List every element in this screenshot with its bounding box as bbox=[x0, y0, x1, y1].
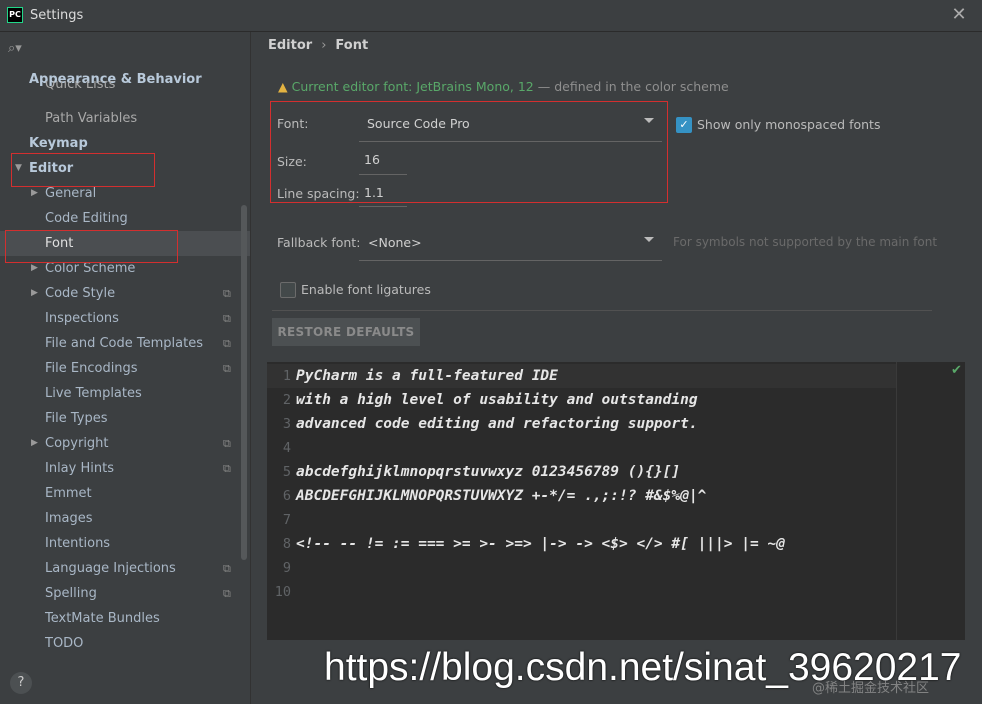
expand-right-icon[interactable]: ▶ bbox=[31, 431, 38, 456]
warning-highlight[interactable]: Current editor font: JetBrains Mono, 12 bbox=[292, 79, 534, 94]
monospaced-label: Show only monospaced fonts bbox=[697, 117, 881, 132]
preview-line: 8 <!-- -- != := === >= >- >=> |-> -> <$> … bbox=[282, 536, 785, 552]
breadcrumb-separator: › bbox=[321, 38, 327, 53]
breadcrumb-current: Font bbox=[335, 38, 369, 53]
checkmark-icon: ✔ bbox=[951, 363, 962, 378]
breadcrumb-parent[interactable]: Editor bbox=[268, 38, 312, 53]
preview-line: 5 abcdefghijklmnopqrstuvwxyz 0123456789 (… bbox=[282, 464, 681, 480]
close-icon: ✕ bbox=[951, 4, 967, 25]
highlight-box-font bbox=[5, 230, 178, 263]
fallback-hint: For symbols not supported by the main fo… bbox=[673, 235, 938, 249]
project-scope-icon: ⧉ bbox=[223, 587, 231, 600]
help-icon[interactable]: ? bbox=[10, 672, 32, 694]
size-input[interactable]: 16 bbox=[359, 146, 407, 175]
highlight-box-editor bbox=[11, 153, 155, 187]
line-spacing-input[interactable]: 1.1 bbox=[359, 180, 407, 207]
sidebar-item-file-code-templates[interactable]: File and Code Templates ⧉ bbox=[0, 331, 250, 356]
preview-line: 2 with a high level of usability and outs… bbox=[282, 392, 698, 408]
fallback-font-select[interactable]: <None> bbox=[359, 227, 662, 261]
sidebar-item-language-injections[interactable]: Language Injections ⧉ bbox=[0, 556, 250, 581]
sidebar-item-images[interactable]: Images bbox=[0, 506, 250, 531]
project-scope-icon: ⧉ bbox=[223, 437, 231, 450]
font-select[interactable]: Source Code Pro bbox=[359, 108, 662, 142]
expand-right-icon[interactable]: ▶ bbox=[31, 281, 38, 306]
pycharm-icon: PC bbox=[7, 7, 23, 23]
sidebar-item-todo[interactable]: TODO bbox=[0, 631, 250, 656]
sidebar-item-quick-lists[interactable]: Quick Lists bbox=[0, 81, 250, 97]
ligatures-label: Enable font ligatures bbox=[301, 282, 431, 297]
sidebar-item-code-style[interactable]: ▶ Code Style ⧉ bbox=[0, 281, 250, 306]
sidebar-item-intentions[interactable]: Intentions bbox=[0, 531, 250, 556]
sidebar-item-textmate-bundles[interactable]: TextMate Bundles bbox=[0, 606, 250, 631]
sidebar-item-emmet[interactable]: Emmet bbox=[0, 481, 250, 506]
project-scope-icon: ⧉ bbox=[223, 562, 231, 575]
sidebar-scrollbar[interactable] bbox=[241, 205, 247, 560]
watermark-small: @稀土掘金技术社区 bbox=[812, 681, 930, 696]
warning-rest: — defined in the color scheme bbox=[533, 79, 729, 94]
search-icon[interactable]: ⌕▾ bbox=[8, 41, 22, 56]
sidebar-item-inlay-hints[interactable]: Inlay Hints ⧉ bbox=[0, 456, 250, 481]
chevron-down-icon bbox=[644, 237, 654, 242]
sidebar-item-file-types[interactable]: File Types bbox=[0, 406, 250, 431]
sidebar-item-spelling[interactable]: Spelling ⧉ bbox=[0, 581, 250, 606]
sidebar-item-file-encodings[interactable]: File Encodings ⧉ bbox=[0, 356, 250, 381]
title-bar bbox=[0, 0, 982, 32]
preview-line: 7 bbox=[282, 512, 291, 528]
project-scope-icon: ⧉ bbox=[223, 312, 231, 325]
preview-line: 6 ABCDEFGHIJKLMNOPQRSTUVWXYZ +-*/= .,;:!?… bbox=[282, 488, 707, 504]
fallback-font-label: Fallback font: bbox=[277, 235, 361, 250]
size-label: Size: bbox=[277, 154, 307, 169]
project-scope-icon: ⧉ bbox=[223, 462, 231, 475]
window-title: Settings bbox=[30, 8, 84, 23]
project-scope-icon: ⧉ bbox=[223, 337, 231, 350]
breadcrumb: Editor › Font bbox=[268, 38, 368, 53]
line-spacing-label: Line spacing: bbox=[277, 186, 360, 201]
preview-line: 1 PyCharm is a full-featured IDE bbox=[282, 368, 558, 384]
chevron-down-icon bbox=[644, 118, 654, 123]
project-scope-icon: ⧉ bbox=[223, 362, 231, 375]
sidebar-item-live-templates[interactable]: Live Templates bbox=[0, 381, 250, 406]
close-button[interactable]: ✕ bbox=[950, 5, 968, 25]
font-warning: ▲ Current editor font: JetBrains Mono, 12… bbox=[278, 79, 729, 94]
sidebar-item-path-variables[interactable]: Path Variables bbox=[0, 106, 250, 131]
monospaced-checkbox[interactable]: ✓ bbox=[676, 117, 692, 133]
sidebar-item-inspections[interactable]: Inspections ⧉ bbox=[0, 306, 250, 331]
font-label: Font: bbox=[277, 116, 309, 131]
ligatures-checkbox[interactable] bbox=[280, 282, 296, 298]
preview-line: 3 advanced code editing and refactoring s… bbox=[282, 416, 698, 432]
preview-line: 10 bbox=[274, 584, 291, 600]
sidebar-item-code-editing[interactable]: Code Editing bbox=[0, 206, 250, 231]
project-scope-icon: ⧉ bbox=[223, 287, 231, 300]
preview-right-margin bbox=[896, 362, 897, 640]
preview-line: 9 bbox=[282, 560, 291, 576]
warning-icon: ▲ bbox=[278, 79, 288, 94]
preview-line: 4 bbox=[282, 440, 291, 456]
restore-defaults-button[interactable]: RESTORE DEFAULTS bbox=[272, 318, 420, 346]
section-divider bbox=[272, 310, 932, 311]
sidebar-item-copyright[interactable]: ▶ Copyright ⧉ bbox=[0, 431, 250, 456]
